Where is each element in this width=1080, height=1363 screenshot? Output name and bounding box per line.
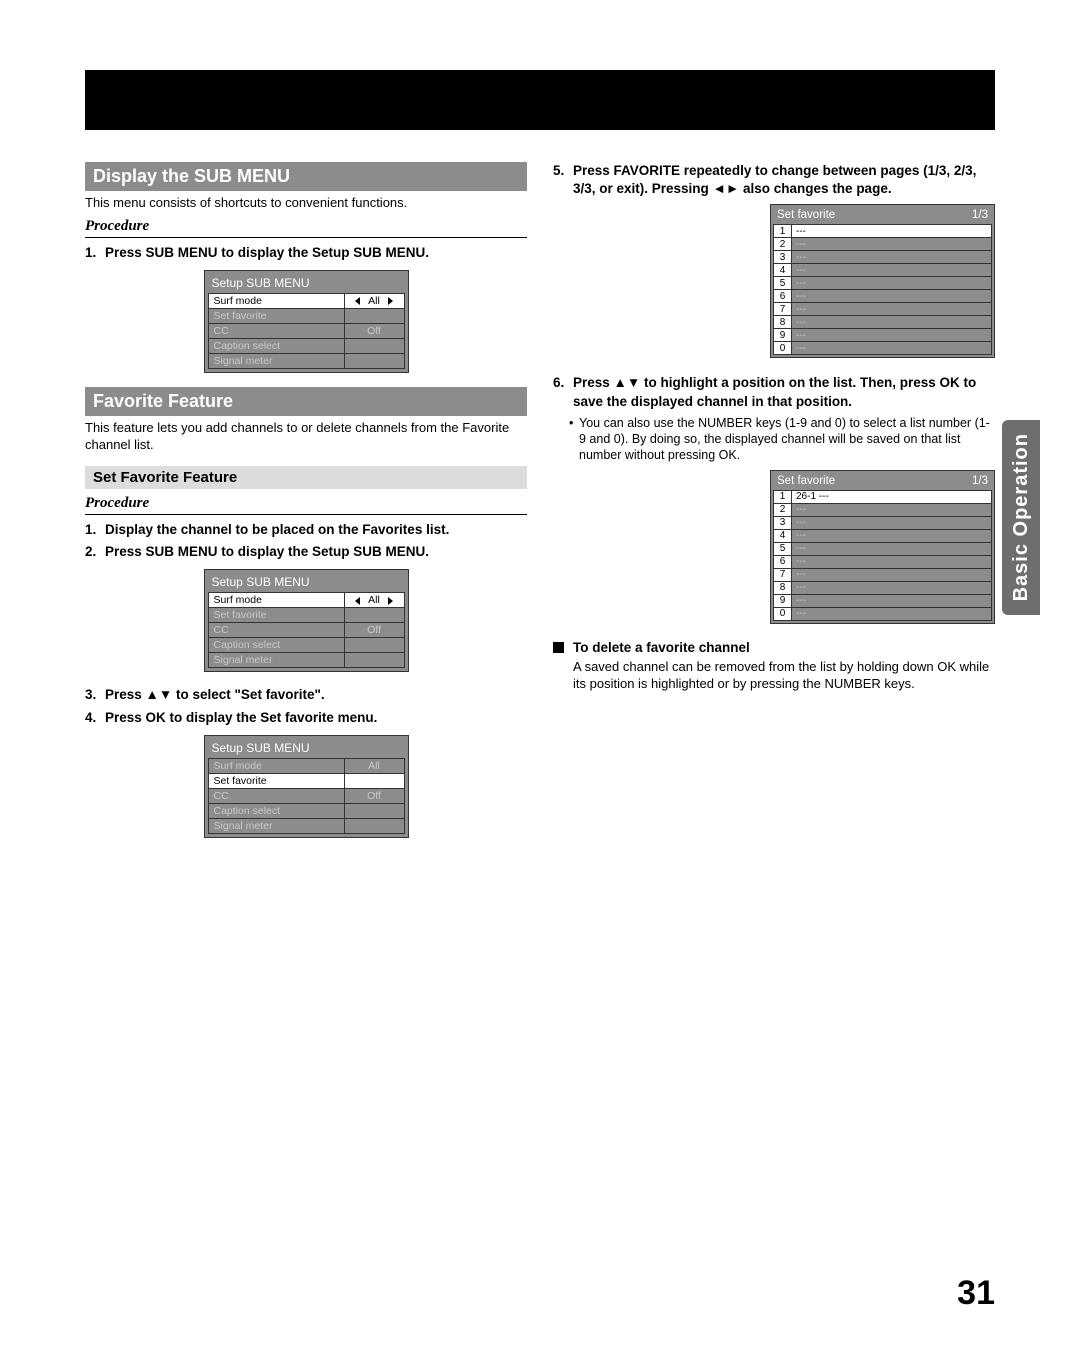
favorite-list-1: Set favorite 1/3 1---2---3---4---5---6--…: [770, 204, 995, 358]
step-item: Display the channel to be placed on the …: [85, 521, 527, 539]
fav-row-number: 1: [774, 225, 792, 238]
side-tab: Basic Operation: [1002, 420, 1040, 615]
fav-title-row: Set favorite 1/3: [773, 207, 992, 224]
step-item: Press SUB MENU to display the Setup SUB …: [85, 543, 527, 561]
fav-row-slot: ---: [792, 568, 992, 581]
fav-row-slot: ---: [792, 277, 992, 290]
fav-title-row: Set favorite 1/3: [773, 473, 992, 490]
fav-row-slot: ---: [792, 316, 992, 329]
steps-list-right: Press FAVORITE repeatedly to change betw…: [553, 162, 995, 198]
fav-row-number: 9: [774, 594, 792, 607]
header-black-band: [85, 70, 995, 130]
fav-row-slot: ---: [792, 290, 992, 303]
osd-title: Setup SUB MENU: [208, 739, 405, 758]
fav-row-number: 2: [774, 238, 792, 251]
fav-row-number: 8: [774, 316, 792, 329]
step-item: Press OK to display the Set favorite men…: [85, 709, 527, 727]
left-column: Display the SUB MENU This menu consists …: [85, 162, 527, 852]
intro-text: This menu consists of shortcuts to conve…: [85, 195, 527, 212]
fav-row-number: 4: [774, 264, 792, 277]
steps-list-1: Press SUB MENU to display the Setup SUB …: [85, 244, 527, 262]
step-item: Press SUB MENU to display the Setup SUB …: [85, 244, 527, 262]
step-note: You can also use the NUMBER keys (1-9 an…: [579, 415, 995, 464]
fav-row-slot: ---: [792, 342, 992, 355]
fav-row-slot: ---: [792, 503, 992, 516]
fav-row-slot: ---: [792, 516, 992, 529]
fav-row-slot: ---: [792, 329, 992, 342]
procedure-label-2: Procedure: [85, 495, 527, 515]
fav-table: 126-1 ---2---3---4---5---6---7---8---9--…: [773, 490, 992, 621]
triangle-right-icon: [388, 297, 393, 305]
osd-table: Surf mode All Set favorite CCOff Caption…: [208, 592, 405, 668]
fav-row-number: 3: [774, 251, 792, 264]
subheading-set-favorite: Set Favorite Feature: [85, 466, 527, 489]
fav-page: 1/3: [972, 209, 988, 221]
fav-row-slot: ---: [792, 251, 992, 264]
triangle-left-icon: [355, 297, 360, 305]
fav-row-slot: ---: [792, 303, 992, 316]
fav-row-number: 7: [774, 303, 792, 316]
step-item: Press ▲▼ to select "Set favorite".: [85, 686, 527, 704]
fav-row-number: 5: [774, 277, 792, 290]
fav-row-slot: ---: [792, 542, 992, 555]
fav-row-slot: ---: [792, 238, 992, 251]
delete-body: A saved channel can be removed from the …: [553, 659, 995, 693]
osd-menu-3: Setup SUB MENU Surf modeAll Set favorite…: [204, 735, 409, 838]
fav-row-slot: ---: [792, 225, 992, 238]
fav-row-number: 0: [774, 342, 792, 355]
fav-row-number: 8: [774, 581, 792, 594]
fav-page: 1/3: [972, 475, 988, 487]
fav-row-slot: ---: [792, 607, 992, 620]
heading-display-sub-menu: Display the SUB MENU: [85, 162, 527, 191]
fav-row-number: 5: [774, 542, 792, 555]
fav-table: 1---2---3---4---5---6---7---8---9---0---: [773, 224, 992, 355]
right-column: Press FAVORITE repeatedly to change betw…: [553, 162, 995, 852]
step-item: Press ▲▼ to highlight a position on the …: [553, 374, 995, 410]
fav-row-number: 7: [774, 568, 792, 581]
osd-table: Surf mode All Set favorite CCOff Caption…: [208, 293, 405, 369]
fav-row-slot: ---: [792, 264, 992, 277]
favorite-list-2: Set favorite 1/3 126-1 ---2---3---4---5-…: [770, 470, 995, 624]
fav-title: Set favorite: [777, 209, 835, 221]
fav-row-number: 9: [774, 329, 792, 342]
intro-text-2: This feature lets you add channels to or…: [85, 420, 527, 454]
fav-row-slot: ---: [792, 529, 992, 542]
page-number: 31: [957, 1274, 995, 1313]
osd-title: Setup SUB MENU: [208, 274, 405, 293]
steps-list-right-2: Press ▲▼ to highlight a position on the …: [553, 374, 995, 410]
steps-list-3: Press ▲▼ to select "Set favorite". Press…: [85, 686, 527, 726]
fav-row-number: 1: [774, 490, 792, 503]
osd-title: Setup SUB MENU: [208, 573, 405, 592]
fav-row-slot: ---: [792, 581, 992, 594]
triangle-right-icon: [388, 597, 393, 605]
procedure-label: Procedure: [85, 218, 527, 238]
triangle-left-icon: [355, 597, 360, 605]
fav-title: Set favorite: [777, 475, 835, 487]
square-bullet-icon: [553, 642, 564, 653]
fav-row-number: 6: [774, 290, 792, 303]
fav-row-slot: ---: [792, 555, 992, 568]
fav-row-number: 4: [774, 529, 792, 542]
step-item: Press FAVORITE repeatedly to change betw…: [553, 162, 995, 198]
fav-row-number: 3: [774, 516, 792, 529]
fav-row-number: 0: [774, 607, 792, 620]
osd-menu-1: Setup SUB MENU Surf mode All Set favorit…: [204, 270, 409, 373]
steps-list-2: Display the channel to be placed on the …: [85, 521, 527, 561]
fav-row-slot: ---: [792, 594, 992, 607]
osd-menu-2: Setup SUB MENU Surf mode All Set favorit…: [204, 569, 409, 672]
fav-row-number: 2: [774, 503, 792, 516]
heading-favorite-feature: Favorite Feature: [85, 387, 527, 416]
fav-row-number: 6: [774, 555, 792, 568]
osd-table: Surf modeAll Set favorite CCOff Caption …: [208, 758, 405, 834]
delete-heading: To delete a favorite channel: [553, 640, 995, 655]
fav-row-slot: 26-1 ---: [792, 490, 992, 503]
